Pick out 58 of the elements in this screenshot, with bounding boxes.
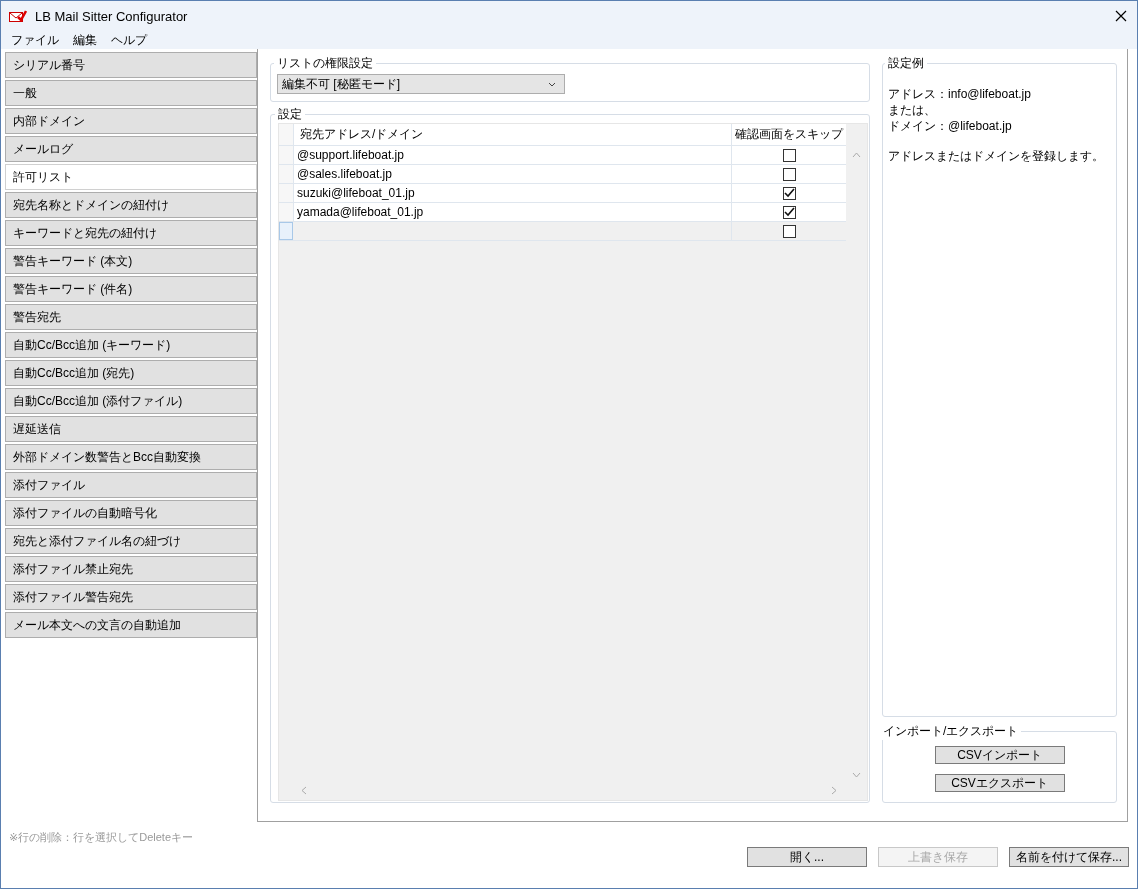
menu-item[interactable]: 編集: [73, 31, 97, 49]
sidebar-item[interactable]: 自動Cc/Bcc追加 (キーワード): [5, 332, 257, 358]
checkbox[interactable]: [782, 224, 796, 238]
sidebar-item[interactable]: 宛先名称とドメインの紐付け: [5, 192, 257, 218]
sidebar-item[interactable]: メール本文への文言の自動追加: [5, 612, 257, 638]
example-text: または、: [888, 102, 937, 118]
row-header[interactable]: [279, 146, 294, 164]
group-title: 設定: [277, 106, 303, 123]
sidebar-item[interactable]: 添付ファイル: [5, 472, 257, 498]
example-text: ドメイン：@lifeboat.jp: [888, 118, 1013, 134]
scroll-left-icon[interactable]: [301, 786, 307, 795]
row-header[interactable]: [279, 184, 294, 202]
sidebar-item[interactable]: キーワードと宛先の紐付け: [5, 220, 257, 246]
app-logo-icon: [9, 10, 27, 22]
hint-text: ※行の削除：行を選択してDeleteキー: [9, 830, 194, 845]
column-header[interactable]: 確認画面をスキップ: [732, 124, 846, 145]
menu-item[interactable]: ファイル: [11, 31, 59, 49]
sidebar-item[interactable]: 自動Cc/Bcc追加 (宛先): [5, 360, 257, 386]
column-header[interactable]: 宛先アドレス/ドメイン: [294, 124, 732, 145]
footer-button[interactable]: 名前を付けて保存...: [1009, 847, 1129, 867]
menu-item[interactable]: ヘルプ: [111, 31, 147, 49]
sidebar-item[interactable]: 一般: [5, 80, 257, 106]
sidebar-item[interactable]: 宛先と添付ファイル名の紐づけ: [5, 528, 257, 554]
scroll-right-icon[interactable]: [831, 786, 837, 795]
sidebar-item[interactable]: 警告キーワード (本文): [5, 248, 257, 274]
checkbox[interactable]: [782, 148, 796, 162]
example-text: アドレスまたはドメインを登録します。: [888, 148, 1105, 164]
sidebar-item[interactable]: 許可リスト: [5, 164, 257, 190]
group-title: インポート/エクスポート: [882, 723, 1020, 740]
sidebar-item[interactable]: 遅延送信: [5, 416, 257, 442]
sidebar-item[interactable]: シリアル番号: [5, 52, 257, 78]
sidebar-item[interactable]: 外部ドメイン数警告とBcc自動変換: [5, 444, 257, 470]
example-text: アドレス：info@lifeboat.jp: [888, 86, 1032, 102]
footer-button[interactable]: 開く...: [747, 847, 867, 867]
group-title: リストの権限設定: [276, 55, 374, 72]
scroll-up-icon[interactable]: [852, 152, 861, 158]
checkbox[interactable]: [782, 205, 796, 219]
sidebar-item[interactable]: 内部ドメイン: [5, 108, 257, 134]
group-title: 設定例: [887, 55, 925, 72]
checkbox[interactable]: [782, 186, 796, 200]
sidebar-item[interactable]: 添付ファイル禁止宛先: [5, 556, 257, 582]
scroll-down-icon[interactable]: [852, 772, 861, 778]
row-header[interactable]: [279, 203, 294, 221]
csv-button[interactable]: CSVエクスポート: [934, 774, 1065, 792]
window-title: LB Mail Sitter Configurator: [35, 8, 189, 24]
permission-dropdown[interactable]: 編集不可 [秘匿モード]: [277, 74, 565, 94]
row-header[interactable]: [279, 222, 293, 240]
sidebar-item[interactable]: 警告宛先: [5, 304, 257, 330]
sidebar-item[interactable]: 添付ファイル警告宛先: [5, 584, 257, 610]
sidebar-item[interactable]: 警告キーワード (件名): [5, 276, 257, 302]
chevron-down-icon: [548, 81, 556, 87]
csv-button[interactable]: CSVインポート: [934, 746, 1065, 764]
close-icon[interactable]: [1115, 10, 1127, 22]
checkbox[interactable]: [782, 167, 796, 181]
sidebar-item[interactable]: 自動Cc/Bcc追加 (添付ファイル): [5, 388, 257, 414]
sidebar-item[interactable]: 添付ファイルの自動暗号化: [5, 500, 257, 526]
sidebar-item[interactable]: メールログ: [5, 136, 257, 162]
row-header[interactable]: [279, 165, 294, 183]
